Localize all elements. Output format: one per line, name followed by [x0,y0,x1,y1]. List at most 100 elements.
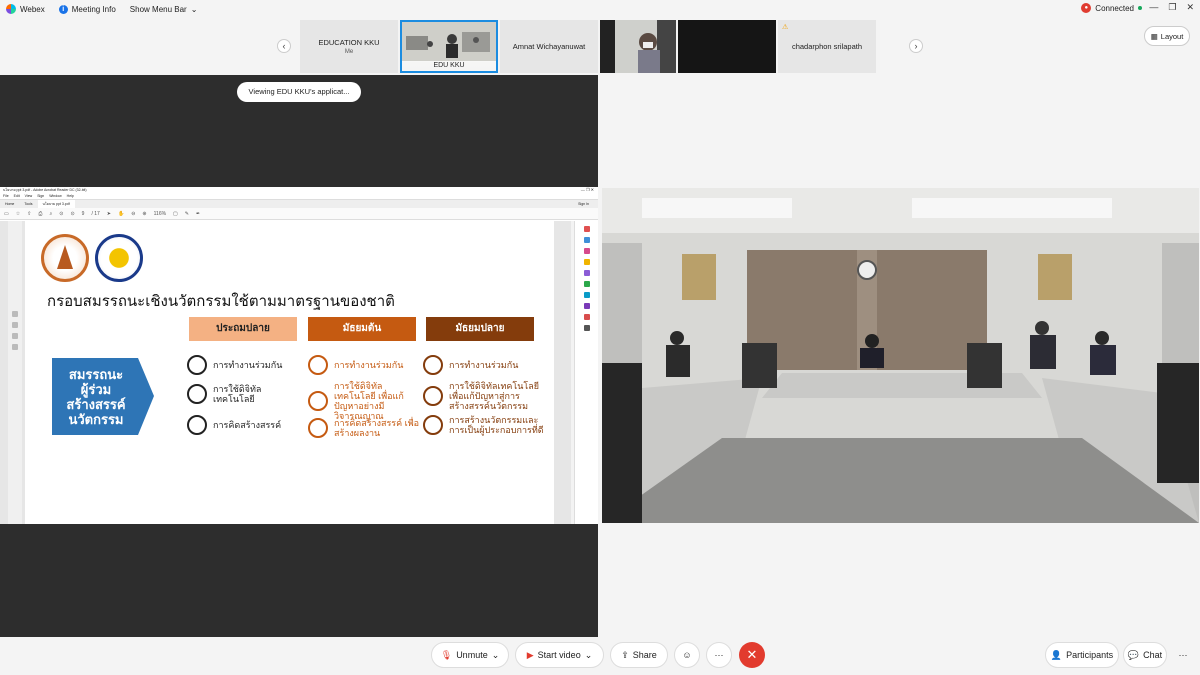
item-text: การทำงานร่วมกัน [213,360,283,370]
app-name: Webex [20,4,45,14]
start-video-button[interactable]: ▶ Start video ⌄ [515,642,604,668]
tab-tools[interactable]: Tools [19,202,37,206]
menu-edit[interactable]: Edit [14,194,20,198]
warning-icon: ⚠ [782,24,789,31]
pen-icon[interactable]: ✎ [185,211,189,217]
edit-pdf-icon[interactable] [583,248,590,254]
layers-icon[interactable] [12,333,18,339]
meeting-room-video [602,188,1199,523]
menu-sign[interactable]: Sign [37,194,44,198]
participant-video-tile[interactable] [600,20,676,73]
page-count: / 17 [91,210,100,217]
participants-label: Participants [1066,650,1114,660]
restore-icon[interactable]: ❐ [1168,2,1176,13]
compress-icon[interactable] [583,292,590,298]
sign-in-link[interactable]: Sign In [573,202,594,206]
status-dot-icon [1138,6,1142,10]
tab-home[interactable]: Home [0,202,19,206]
minimize-icon[interactable]: — [1149,2,1158,13]
page-number[interactable]: 9 [82,211,85,217]
layout-button[interactable]: ▦ Layout [1144,26,1190,46]
fill-sign-icon[interactable] [583,303,590,309]
show-menu-label: Show Menu Bar [129,4,187,14]
chat-label: Chat [1143,650,1163,660]
participant-tile[interactable]: EDUCATION KKU Me [300,20,398,73]
item-text: การใช้ดิจิทัลเทคโนโลยี เพื่อแก้ปัญหาอย่า… [334,381,404,421]
participant-name: Amnat Wichayanuwat [512,42,586,51]
faculty-logo [95,234,143,282]
circle-bullet [187,355,207,375]
smiley-icon: ☺ [682,650,692,660]
cursor-icon[interactable]: ➤ [107,211,111,217]
page-up-icon[interactable]: ⊙ [59,211,63,217]
menu-window[interactable]: Window [49,194,61,198]
zoom-out-icon[interactable]: ⊖ [131,211,135,217]
share-button[interactable]: ⇪ Share [610,642,668,668]
circle-bullet [423,415,443,435]
protect-icon[interactable] [583,314,590,320]
chat-button[interactable]: 💬 Chat [1123,642,1167,668]
zoom-level[interactable]: 116% [154,211,166,217]
arrow-line: สร้างสรรค์ [66,396,126,412]
arrow-line: ผู้ร่วม [80,381,112,397]
bookmark-icon[interactable] [12,311,18,317]
list-item: การคิดสร้างสรรค์ เพื่อสร้างผลงาน [308,418,423,438]
attachment-icon[interactable] [12,322,18,328]
participant-tile[interactable]: Amnat Wichayanuwat [500,20,598,73]
acrobat-menu-bar: File Edit View Sign Window Help [0,193,598,200]
create-pdf-icon[interactable] [583,237,590,243]
participant-name: chadarphon srilapath [791,42,863,51]
export-pdf-icon[interactable] [583,226,590,232]
hand-icon[interactable]: ✋ [118,211,124,217]
zoom-in-icon[interactable]: ⊕ [142,211,146,217]
circle-bullet [308,418,328,438]
participant-video-tile[interactable] [678,20,776,73]
combine-icon[interactable] [583,270,590,276]
list-item: การใช้ดิจิทัลเทคโนโลยี เพื่อแก้ปัญหาอย่า… [308,381,423,421]
search-icon[interactable] [12,344,18,350]
close-icon[interactable]: ✕ [1186,2,1194,13]
leave-meeting-button[interactable]: ✕ [739,642,765,668]
sign-icon[interactable]: ✒ [196,211,200,217]
camera-off-icon: ▶ [526,649,534,660]
page-down-icon[interactable]: ⊙ [70,211,74,217]
circle-bullet [187,384,207,404]
unmute-label: Unmute [456,650,488,660]
more-options-button[interactable]: ··· [706,642,732,668]
list-item: การทำงานร่วมกัน [187,355,302,375]
circle-bullet [187,415,207,435]
menu-help[interactable]: Help [67,194,74,198]
upload-icon[interactable]: ⇧ [27,211,31,217]
participants-button[interactable]: 👤 Participants [1045,642,1119,668]
search-icon[interactable]: ⌕ [49,211,52,217]
acrobat-window: นโยบาย ppt 3.pdf - Adobe Acrobat Reader … [0,187,598,524]
circle-bullet [308,355,328,375]
print-icon[interactable]: ⎙ [38,211,42,217]
layout-label: Layout [1160,31,1184,41]
comment-tool-icon[interactable] [583,259,590,265]
organize-icon[interactable] [583,281,590,287]
item-text: การคิดสร้างสรรค์ [213,420,282,430]
more-tools-icon[interactable] [583,325,590,331]
save-icon[interactable]: ▭ [4,211,9,217]
strip-prev-button[interactable]: ‹ [277,39,291,53]
menu-file[interactable]: File [3,194,9,198]
circle-bullet [308,391,328,411]
meeting-info-button[interactable]: i Meeting Info [58,4,116,14]
arrow-line: นวัตกรรม [68,411,124,427]
connection-status[interactable]: ● Connected [1081,3,1142,13]
unmute-button[interactable]: 🎙 Unmute ⌄ [431,642,509,668]
menu-view[interactable]: View [25,194,33,198]
participant-video-tile[interactable]: EDU KKU [400,20,498,73]
webex-app-menu[interactable]: Webex [6,4,45,14]
reactions-button[interactable]: ☺ [674,642,700,668]
tab-document[interactable]: นโยบาย ppt 3.pdf [37,200,75,208]
strip-next-button[interactable]: › [909,39,923,53]
more-panels-button[interactable]: ··· [1172,642,1194,668]
show-menu-bar-button[interactable]: Show Menu Bar ⌄ [130,5,198,14]
participant-tile[interactable]: ⚠ chadarphon srilapath [778,20,876,73]
comment-icon[interactable]: ▢ [173,211,178,217]
acrobat-window-controls[interactable]: — ❐ ✕ [581,187,594,192]
star-icon[interactable]: ☆ [16,211,20,217]
webex-logo-icon [6,4,16,14]
